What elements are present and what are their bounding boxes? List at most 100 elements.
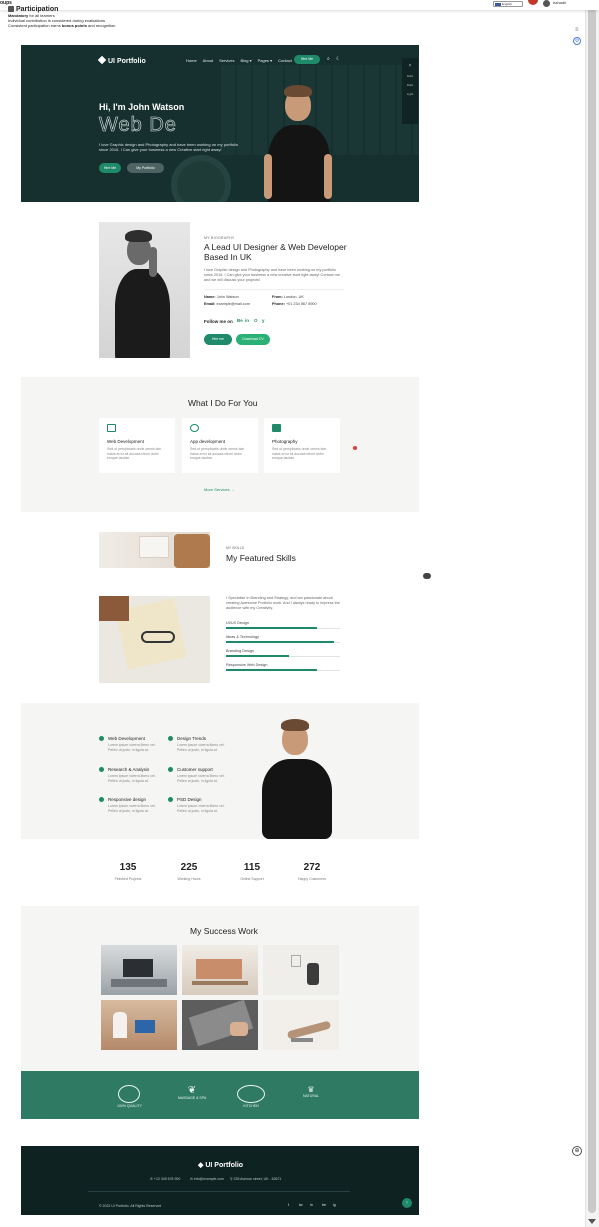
portfolio-image[interactable] xyxy=(182,945,258,995)
skills-image-bottom xyxy=(99,596,210,683)
footer-brand[interactable]: ◆ UI Portfolio xyxy=(198,1161,243,1169)
search-icon[interactable]: ⌕ xyxy=(327,56,330,62)
about-title: A Lead UI Designer & Web Developer Based… xyxy=(204,242,347,262)
theme-option-dark[interactable]: Dark xyxy=(402,74,418,78)
twitter-icon[interactable]: y xyxy=(262,318,265,323)
avatar[interactable] xyxy=(543,0,550,7)
footer-divider xyxy=(88,1191,350,1192)
more-services-link[interactable]: More Services → xyxy=(204,487,235,492)
clients-section xyxy=(21,1071,419,1119)
behance-icon[interactable]: Be xyxy=(237,318,243,323)
about-description: I love Graphic design and Photography an… xyxy=(204,268,340,282)
notification-badge[interactable] xyxy=(528,0,538,5)
theme-option-light[interactable]: Light xyxy=(402,92,418,96)
settings-icon[interactable]: ⚙ xyxy=(573,37,581,45)
instagram-icon[interactable]: O xyxy=(254,318,258,323)
service-card[interactable]: App development Sed ut perspiciatis unde… xyxy=(182,418,258,473)
skill-bar xyxy=(226,669,340,671)
hire-me-nav-button[interactable]: Hire Me xyxy=(294,55,320,64)
skills-eyebrow: MY SKILLS xyxy=(226,546,245,550)
counter-item: 225 Working Hours xyxy=(177,862,201,881)
service-card[interactable]: Photography Sed ut perspiciatis unde omn… xyxy=(264,418,340,473)
skill-bar-fill xyxy=(226,655,289,657)
facebook-icon[interactable]: f xyxy=(288,1203,289,1207)
skills-title: My Featured Skills xyxy=(226,553,296,563)
close-icon[interactable]: × xyxy=(402,63,418,69)
mug-background xyxy=(171,155,231,202)
footer-phone[interactable]: ✆ +12 345 678 900 xyxy=(150,1177,180,1181)
my-portfolio-button[interactable]: My Portfolio xyxy=(127,163,164,173)
cursor-dot xyxy=(353,446,357,450)
back-to-top-button[interactable]: ↑ xyxy=(402,1198,412,1208)
scrollbar-thumb[interactable] xyxy=(588,8,596,1213)
skill-bar xyxy=(226,627,340,629)
footer-email[interactable]: ✉ info@example.com xyxy=(190,1177,224,1181)
laptop-icon xyxy=(107,424,116,432)
linkedin-icon[interactable]: in xyxy=(310,1203,313,1207)
twitter-icon[interactable]: tw xyxy=(299,1203,303,1207)
nav-blog[interactable]: Blog ▾ xyxy=(240,58,251,63)
wordpress-icon xyxy=(99,736,104,741)
service-card[interactable]: Web Development Sed ut perspiciatis unde… xyxy=(99,418,175,473)
skills-image-top xyxy=(99,532,210,568)
skill-label: Branding Design xyxy=(226,649,255,653)
about-eyebrow: MY BIOGRAPHY xyxy=(204,236,235,240)
chat-icon[interactable] xyxy=(423,573,431,579)
portfolio-image[interactable] xyxy=(101,1000,177,1050)
user-menu[interactable]: bahadir xyxy=(553,0,566,5)
info-email: Email: example@mail.com xyxy=(204,302,250,306)
mobile-icon xyxy=(99,797,104,802)
info-from: From: London, UK xyxy=(272,295,304,299)
counter-item: 135 Finished Projects xyxy=(114,862,142,881)
hero-description: I love Graphic design and Photography an… xyxy=(99,142,238,152)
skill-label: Responsive Web Design xyxy=(226,663,268,667)
portfolio-image[interactable] xyxy=(263,1000,339,1050)
services-title: What I Do For You xyxy=(188,398,258,408)
portfolio-image[interactable] xyxy=(101,945,177,995)
hire-me-button[interactable]: Hire Me xyxy=(99,163,121,173)
features-portrait xyxy=(258,715,336,839)
language-select[interactable]: English xyxy=(493,1,523,7)
logo-icon xyxy=(97,55,107,65)
participation-heading: Participation xyxy=(8,6,115,13)
scroll-down-icon[interactable] xyxy=(588,1219,596,1224)
participation-note: Participation Mandatory for all learners… xyxy=(8,6,116,28)
behance-icon[interactable]: be xyxy=(322,1203,326,1207)
linkedin-icon[interactable]: in xyxy=(245,318,249,323)
zoom-icon[interactable]: ⊕ xyxy=(572,1146,582,1156)
follow-label: Follow me on xyxy=(204,319,233,324)
camera-icon xyxy=(272,424,281,432)
nav-home[interactable]: Home xyxy=(186,58,197,63)
portfolio-image[interactable] xyxy=(182,1000,258,1050)
counter-item: 115 Online Support xyxy=(240,862,264,881)
people-icon xyxy=(8,6,14,12)
menu-icon[interactable]: ≡ xyxy=(575,27,579,33)
headset-icon xyxy=(168,767,173,772)
about-portrait xyxy=(99,222,190,358)
nav-about[interactable]: About xyxy=(203,58,213,63)
hero-role-typed: Web De xyxy=(99,114,177,137)
nav-contact[interactable]: Contact xyxy=(278,58,292,63)
counter-item: 272 Happy Customers xyxy=(297,862,326,881)
portfolio-image[interactable] xyxy=(263,945,339,995)
brand-logo[interactable]: UI Portfolio xyxy=(97,55,146,65)
nav-services[interactable]: Services xyxy=(219,58,234,63)
main-nav: Home About Services Blog ▾ Pages ▾ Conta… xyxy=(186,58,292,63)
instagram-icon[interactable]: ig xyxy=(333,1203,336,1207)
nav-pages[interactable]: Pages ▾ xyxy=(258,58,272,63)
download-cv-button[interactable]: Download CV xyxy=(236,334,270,345)
features-section xyxy=(21,703,419,839)
client-logo: ♛ NATURAL xyxy=(302,1085,320,1098)
skill-bar xyxy=(226,655,340,657)
skill-bar-fill xyxy=(226,641,335,643)
theme-switcher: × Dark Dark Light xyxy=(402,58,418,124)
moon-icon[interactable]: ☾ xyxy=(336,56,340,62)
portfolio-title: My Success Work xyxy=(190,926,258,936)
skills-description: I Specialize in Branding and Strategy, a… xyxy=(226,596,340,610)
theme-option-dark-2[interactable]: Dark xyxy=(402,83,418,87)
divider xyxy=(204,289,344,290)
hire-me-about-button[interactable]: Hire me xyxy=(204,334,232,345)
flag-icon xyxy=(495,3,501,6)
chart-icon xyxy=(99,767,104,772)
info-phone: Phone: +01 234 567 8900 xyxy=(272,302,317,306)
